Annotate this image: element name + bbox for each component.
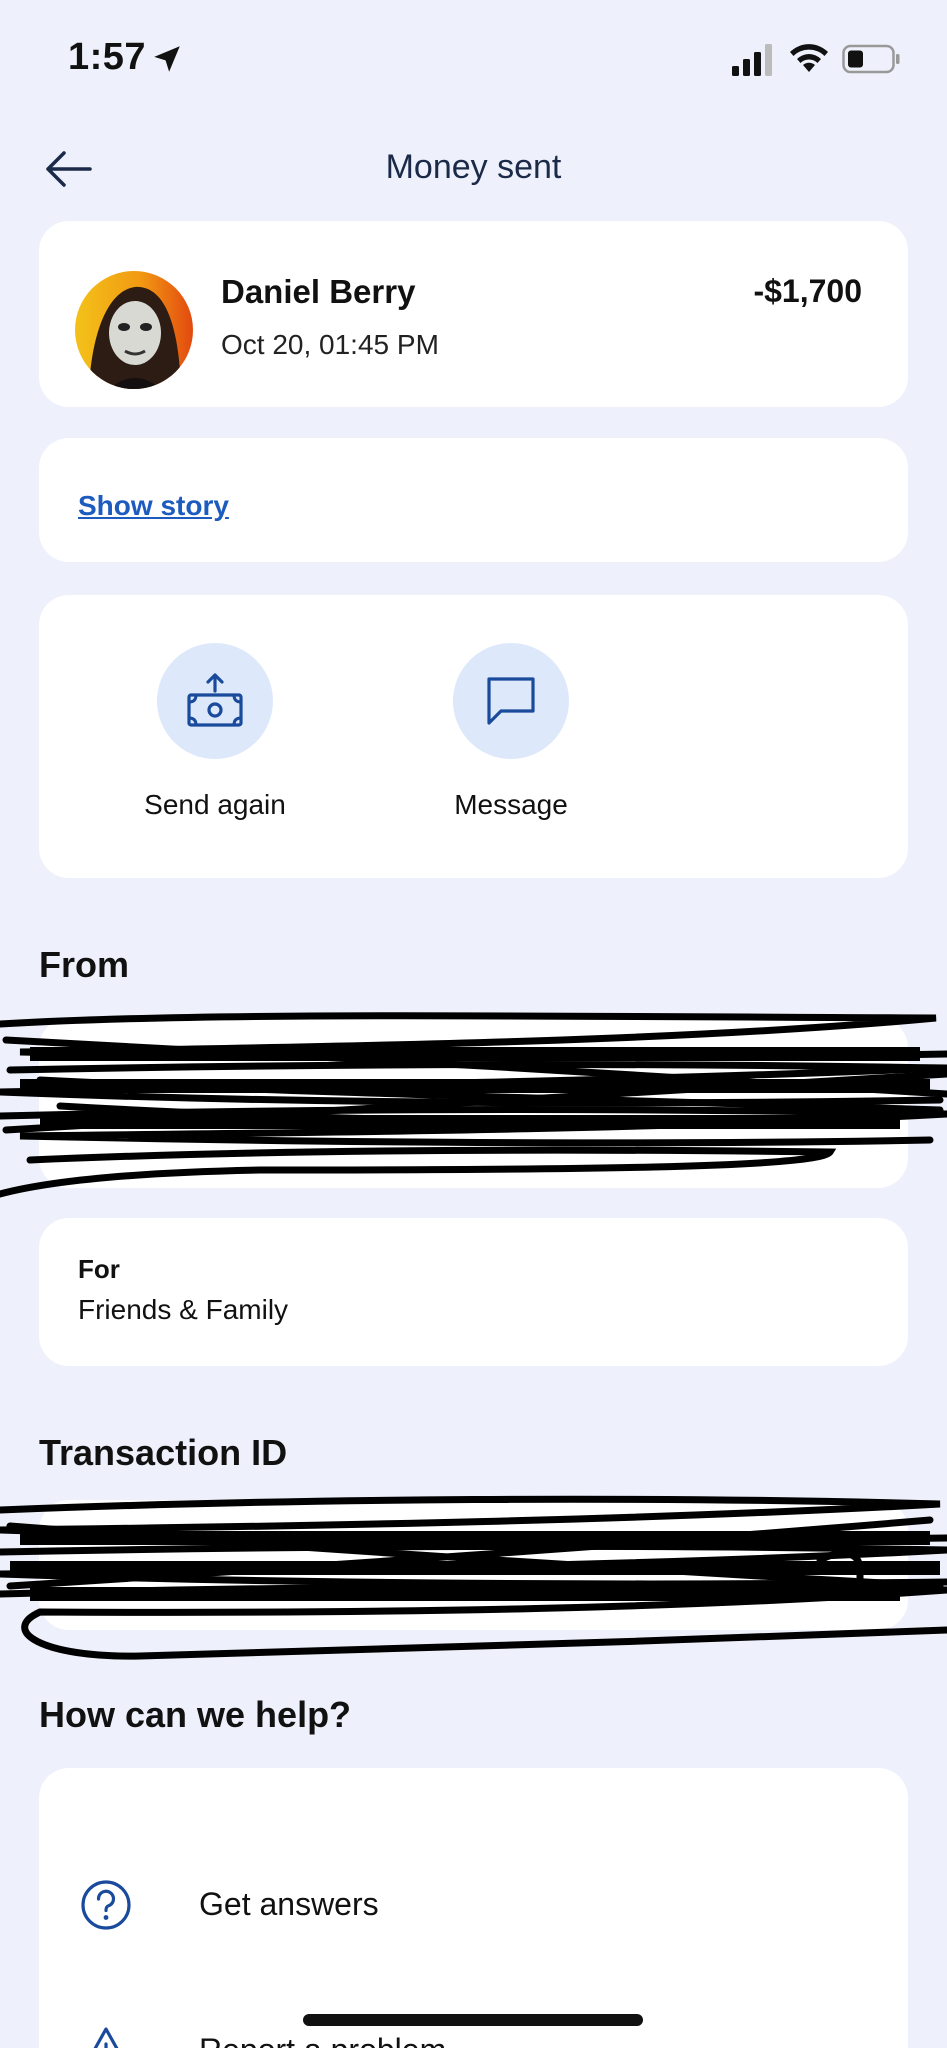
show-story-link[interactable]: Show story	[78, 490, 229, 522]
nav-bar: Money sent	[0, 130, 947, 210]
cellular-signal-icon	[732, 44, 772, 76]
from-card	[39, 1018, 908, 1188]
help-card: Get answers Report a problem	[39, 1768, 908, 2048]
purpose-value: Friends & Family	[78, 1294, 289, 1325]
help-heading: How can we help?	[39, 1694, 352, 1735]
payee-card: Daniel Berry Oct 20, 01:45 PM -$1,700	[39, 221, 908, 407]
home-indicator	[303, 2014, 643, 2026]
battery-icon	[842, 44, 900, 74]
avatar-image	[75, 271, 193, 389]
message-icon-circle	[453, 643, 569, 759]
get-answers-label: Get answers	[199, 1886, 379, 1922]
send-again-button[interactable]: Send again	[115, 643, 315, 821]
status-time: 1:57	[68, 36, 147, 78]
question-circle-icon	[81, 1880, 131, 1930]
avatar	[75, 271, 193, 389]
send-money-icon	[187, 673, 243, 727]
wifi-icon	[790, 44, 828, 72]
message-button[interactable]: Message	[411, 643, 611, 821]
message-label: Message	[454, 789, 568, 820]
page-title: Money sent	[385, 148, 562, 186]
purpose-card: For Friends & Family	[39, 1218, 908, 1366]
message-icon	[487, 677, 535, 725]
report-problem-label: Report a problem	[199, 2032, 446, 2048]
send-again-icon-circle	[157, 643, 273, 759]
payee-name: Daniel Berry	[221, 273, 416, 310]
warning-triangle-icon	[93, 2027, 119, 2048]
from-heading: From	[39, 944, 129, 985]
story-card: Show story	[39, 438, 908, 562]
transaction-id-heading: Transaction ID	[39, 1432, 288, 1473]
actions-card: Send again Message	[39, 595, 908, 878]
transaction-id-card	[39, 1500, 908, 1630]
report-problem-button[interactable]: Report a problem	[79, 2006, 869, 2048]
status-bar: 1:57	[0, 0, 947, 120]
purpose-label: For	[78, 1254, 120, 1284]
send-again-label: Send again	[144, 789, 286, 820]
get-answers-button[interactable]: Get answers	[79, 1860, 869, 1950]
location-arrow-icon	[154, 46, 180, 72]
transaction-date: Oct 20, 01:45 PM	[221, 329, 439, 360]
transaction-amount: -$1,700	[753, 273, 862, 309]
